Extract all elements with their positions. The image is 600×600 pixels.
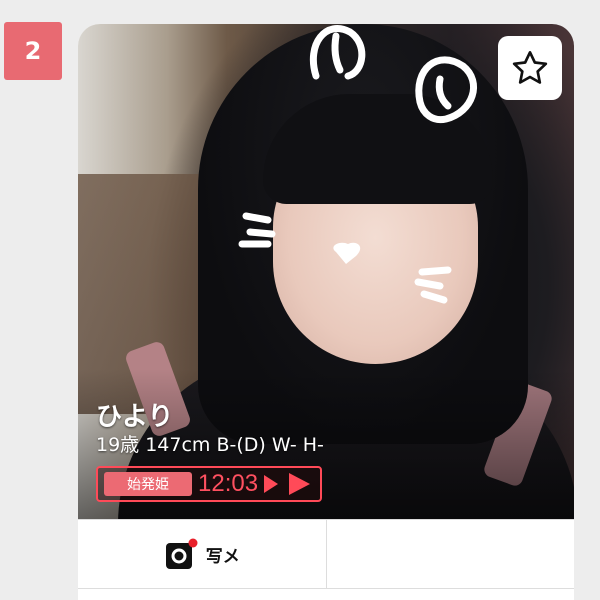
camera-icon (164, 537, 198, 571)
cast-name: ひより (96, 402, 174, 432)
photo-mail-cell: 写メ (78, 520, 326, 588)
cast-stats: 19歳 147cm B-(D) W- H- (96, 434, 324, 456)
star-icon (512, 51, 548, 84)
cast-photo[interactable]: ひより 19歳 147cm B-(D) W- H- 始発姫 12:03 (78, 24, 574, 524)
card-action-bar: 写メ (78, 519, 574, 589)
cast-list-page: 2 ひより 19歳 147cm B-(D) W- H- 始発姫 12:03 写メ (0, 0, 600, 600)
favorite-button[interactable] (498, 36, 562, 100)
shift-tag: 始発姫 (104, 472, 192, 496)
play-arrow-icon (289, 473, 311, 495)
shift-time: 12:03 (198, 470, 259, 497)
photo-mail-button[interactable]: 写メ (164, 537, 240, 571)
photo-mail-label: 写メ (205, 546, 240, 567)
play-arrow-icon (264, 475, 279, 493)
cast-card[interactable]: ひより 19歳 147cm B-(D) W- H- 始発姫 12:03 写メ (78, 24, 574, 600)
shift-info[interactable]: 始発姫 12:03 (96, 466, 322, 502)
empty-action-cell (325, 520, 575, 588)
rank-badge: 2 (4, 22, 62, 80)
shift-arrows (262, 471, 312, 497)
